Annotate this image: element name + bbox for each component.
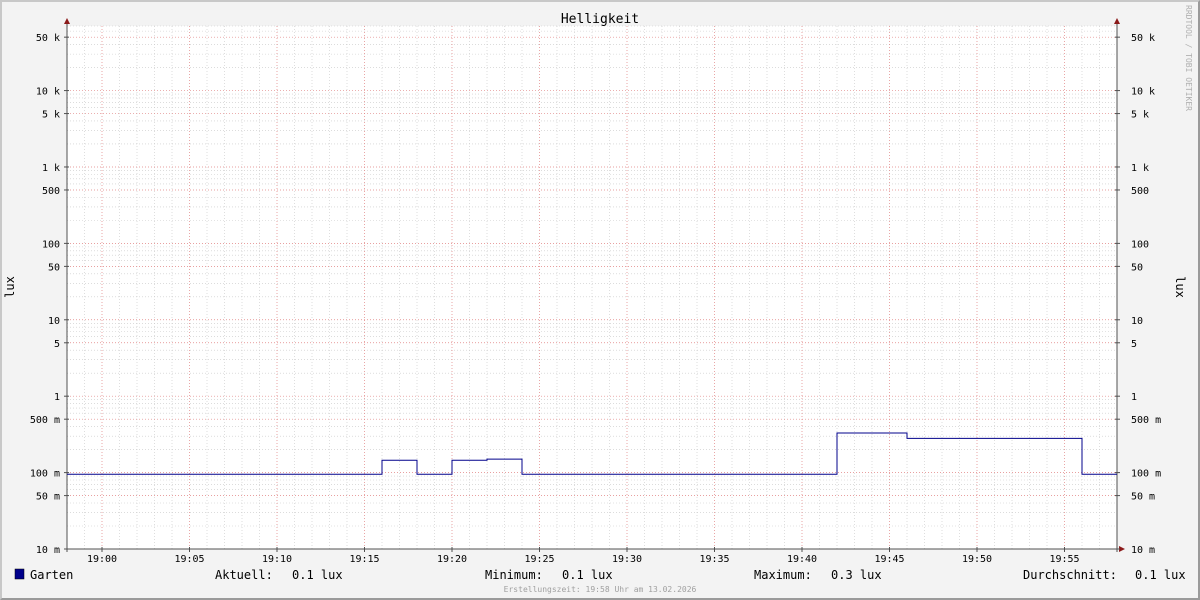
x-tick-label: 19:35 bbox=[699, 554, 729, 565]
y-tick-label-right: 10 m bbox=[1131, 545, 1155, 556]
y-tick-labels-left: 50 k 10 k 5 k 1 k 500 100 50 10 5 1 500 m 100 m 50 m… bbox=[30, 33, 60, 556]
legend-max-value: 0.3 lux bbox=[831, 568, 882, 582]
y-tick-label-left: 500 bbox=[42, 186, 60, 197]
y-axis-label-left: lux bbox=[3, 276, 17, 298]
x-tick-label: 19:45 bbox=[874, 554, 904, 565]
minor-grid bbox=[66, 25, 1118, 549]
y-tick-label-left: 50 bbox=[48, 262, 60, 273]
y-tick-label-right: 10 k bbox=[1131, 87, 1155, 98]
y-tick-label-right: 500 m bbox=[1131, 415, 1161, 426]
y-tick-label-right: 100 bbox=[1131, 239, 1149, 250]
watermark: RRDTOOL / TOBI OETIKER bbox=[1184, 5, 1193, 111]
y-axis-arrow-right bbox=[1114, 18, 1120, 24]
legend-max-label: Maximum: bbox=[754, 568, 812, 582]
chart-title: Helligkeit bbox=[561, 12, 639, 27]
legend-current-label: Aktuell: bbox=[215, 568, 273, 582]
y-tick-label-right: 10 bbox=[1131, 316, 1143, 327]
x-tick-label: 19:10 bbox=[262, 554, 292, 565]
y-tick-label-left: 100 m bbox=[30, 469, 60, 480]
legend-min-value: 0.1 lux bbox=[562, 568, 613, 582]
y-tick-label-left: 50 k bbox=[36, 33, 60, 44]
y-tick-label-right: 50 k bbox=[1131, 33, 1155, 44]
y-tick-label-right: 50 m bbox=[1131, 492, 1155, 503]
legend-swatch bbox=[14, 568, 25, 580]
y-tick-label-left: 500 m bbox=[30, 415, 60, 426]
footer-created: Erstellungszeit: 19:58 Uhr am 13.02.2026 bbox=[504, 585, 697, 594]
y-tick-label-right: 5 bbox=[1131, 339, 1137, 350]
x-tick-label: 19:50 bbox=[962, 554, 992, 565]
y-tick-label-right: 100 m bbox=[1131, 469, 1161, 480]
y-tick-label-left: 10 k bbox=[36, 87, 60, 98]
x-tick-label: 19:05 bbox=[174, 554, 204, 565]
x-tick-labels: 19:00 19:05 19:10 19:15 19:20 19:25 19:30 19:35… bbox=[87, 554, 1080, 565]
legend-avg-value: 0.1 lux bbox=[1135, 568, 1186, 582]
legend-min-label: Minimum: bbox=[485, 568, 543, 582]
legend-current-value: 0.1 lux bbox=[292, 568, 343, 582]
y-axis-label-right: lux bbox=[1173, 276, 1187, 298]
y-tick-label-right: 1 bbox=[1131, 392, 1137, 403]
y-tick-label-right: 5 k bbox=[1131, 110, 1149, 121]
x-tick-label: 19:15 bbox=[349, 554, 379, 565]
y-tick-label-right: 50 bbox=[1131, 262, 1143, 273]
y-tick-label-left: 5 bbox=[54, 339, 60, 350]
y-tick-label-left: 50 m bbox=[36, 492, 60, 503]
x-tick-label: 19:25 bbox=[524, 554, 554, 565]
x-tick-label: 19:30 bbox=[612, 554, 642, 565]
y-tick-label-left: 10 m bbox=[36, 545, 60, 556]
brightness-chart: 50 k 10 k 5 k 1 k 500 100 50 10 5 1 500 m 100 m 50 m… bbox=[3, 5, 1193, 594]
y-axis-arrow-left bbox=[64, 18, 70, 24]
x-tick-label: 19:40 bbox=[787, 554, 817, 565]
y-tick-label-left: 5 k bbox=[42, 110, 60, 121]
y-tick-label-right: 500 bbox=[1131, 186, 1149, 197]
x-tick-label: 19:55 bbox=[1049, 554, 1079, 565]
x-tick-label: 19:00 bbox=[87, 554, 117, 565]
y-tick-label-left: 1 k bbox=[42, 163, 60, 174]
y-tick-label-left: 100 bbox=[42, 239, 60, 250]
legend-avg-label: Durchschnitt: bbox=[1023, 568, 1117, 582]
x-tick-label: 19:20 bbox=[437, 554, 467, 565]
legend-series-name: Garten bbox=[30, 568, 73, 582]
y-tick-label-left: 1 bbox=[54, 392, 60, 403]
y-tick-label-left: 10 bbox=[48, 316, 60, 327]
y-tick-labels-right: 50 k 10 k 5 k 1 k 500 100 50 10 5 1 500 m 100 m 50 m… bbox=[1131, 33, 1161, 556]
y-tick-label-right: 1 k bbox=[1131, 163, 1149, 174]
